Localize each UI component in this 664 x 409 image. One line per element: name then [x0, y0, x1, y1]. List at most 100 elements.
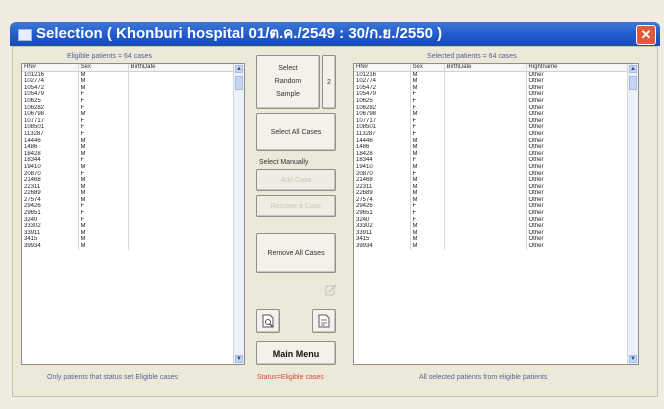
table-row[interactable]: 102774 M Other — [354, 78, 631, 85]
table-row[interactable]: 3240 F — [22, 216, 235, 224]
table-row[interactable]: 3415 M Other — [354, 236, 631, 244]
table-cell: F — [410, 216, 445, 224]
remove-a-case-button[interactable]: Remove a Case — [256, 195, 336, 217]
table-row[interactable]: 1486 M Other — [354, 144, 631, 151]
table-cell: M — [410, 177, 445, 184]
table-row[interactable]: 105479 F — [22, 91, 235, 98]
eligible-patients-grid[interactable]: HN# Sex BirthDate 101216 M 102774 M 105472 M 105… — [21, 63, 245, 365]
table-cell: M — [410, 229, 445, 237]
table-row[interactable]: 20870 F Other — [354, 170, 631, 178]
table-row[interactable]: 27574 M — [22, 196, 235, 204]
random-count-spinner[interactable]: 2 — [322, 55, 336, 109]
table-cell: 108501 — [354, 124, 411, 131]
table-row[interactable]: 33911 M — [22, 229, 235, 237]
selected-patients-grid[interactable]: HN# Sex BirthDate Rightname 101216 M Other 102… — [353, 63, 639, 365]
table-row[interactable]: 106798 M — [22, 111, 235, 118]
table-cell: Other — [526, 196, 631, 204]
table-cell: 14446 — [22, 137, 79, 145]
table-row[interactable]: 39934 M — [22, 243, 235, 250]
table-row[interactable]: 10625 F — [22, 97, 235, 105]
table-cell — [128, 216, 235, 224]
column-header[interactable]: Sex — [78, 64, 129, 72]
table-row[interactable]: 10625 F Other — [354, 97, 631, 105]
table-row[interactable]: 101216 M — [22, 71, 235, 79]
table-row[interactable]: 106282 F Other — [354, 104, 631, 112]
table-row[interactable]: 107717 F Other — [354, 117, 631, 125]
table-cell — [128, 104, 235, 112]
column-header[interactable]: BirthDate — [444, 64, 527, 72]
report-button[interactable] — [312, 309, 336, 333]
table-row[interactable]: 1486 M — [22, 144, 235, 151]
table-row[interactable]: 105472 M Other — [354, 84, 631, 92]
table-row[interactable]: 22311 M — [22, 183, 235, 191]
table-row[interactable]: 18344 F — [22, 157, 235, 164]
table-row[interactable]: 102774 M — [22, 78, 235, 85]
table-row[interactable]: 113287 F — [22, 130, 235, 138]
table-row[interactable]: 39934 M Other — [354, 243, 631, 250]
table-row[interactable]: 18428 M — [22, 150, 235, 158]
table-row[interactable]: 22311 M Other — [354, 183, 631, 191]
table-row[interactable]: 108501 F Other — [354, 124, 631, 131]
table-row[interactable]: 22689 M Other — [354, 190, 631, 197]
table-row[interactable]: 101216 M Other — [354, 71, 631, 79]
table-row[interactable]: 14446 M Other — [354, 137, 631, 145]
add-case-button[interactable]: Add Case — [256, 169, 336, 191]
table-cell: 108501 — [22, 124, 79, 131]
table-row[interactable]: 21468 M Other — [354, 177, 631, 184]
scroll-up-icon[interactable]: ▲ — [629, 65, 637, 73]
remove-all-cases-button[interactable]: Remove All Cases — [256, 233, 336, 273]
column-header[interactable]: HN# — [354, 64, 411, 72]
table-row[interactable]: 106282 F — [22, 104, 235, 112]
table-row[interactable]: 33302 M Other — [354, 223, 631, 230]
right-scrollbar[interactable]: ▲ ▼ — [627, 64, 638, 364]
table-row[interactable]: 107717 F — [22, 117, 235, 125]
select-all-cases-button[interactable]: Select All Cases — [256, 113, 336, 151]
table-cell: M — [78, 190, 129, 197]
table-row[interactable]: 105472 M — [22, 84, 235, 92]
close-button[interactable]: ✕ — [636, 25, 656, 45]
table-row[interactable]: 29651 F — [22, 210, 235, 217]
table-cell: M — [78, 137, 129, 145]
column-header[interactable]: Rightname — [526, 64, 631, 72]
main-menu-button[interactable]: Main Menu — [256, 341, 336, 365]
table-cell: 102774 — [22, 78, 79, 85]
table-cell — [128, 183, 235, 191]
table-row[interactable]: 29426 F — [22, 203, 235, 211]
table-row[interactable]: 27574 M Other — [354, 196, 631, 204]
table-row[interactable]: 3240 F Other — [354, 216, 631, 224]
left-scrollbar[interactable]: ▲ ▼ — [233, 64, 244, 364]
scroll-down-icon[interactable]: ▼ — [629, 355, 637, 363]
scroll-down-icon[interactable]: ▼ — [235, 355, 243, 363]
table-cell: 18344 — [22, 157, 79, 164]
scroll-thumb[interactable] — [235, 76, 243, 90]
table-cell: 21468 — [354, 177, 411, 184]
table-row[interactable]: 21468 M — [22, 177, 235, 184]
table-cell — [128, 124, 235, 131]
select-random-sample-button[interactable]: Select Random Sample — [256, 55, 320, 109]
table-cell: 18428 — [22, 150, 79, 158]
table-row[interactable]: 19410 M Other — [354, 163, 631, 171]
table-row[interactable]: 33302 M — [22, 223, 235, 230]
table-row[interactable]: 105479 F Other — [354, 91, 631, 98]
scroll-up-icon[interactable]: ▲ — [235, 65, 243, 73]
table-row[interactable]: 29426 F Other — [354, 203, 631, 211]
table-row[interactable]: 106798 M Other — [354, 111, 631, 118]
scroll-thumb[interactable] — [629, 76, 637, 90]
column-header[interactable]: BirthDate — [128, 64, 235, 72]
table-row[interactable]: 113287 F Other — [354, 130, 631, 138]
table-row[interactable]: 18428 M Other — [354, 150, 631, 158]
table-row[interactable]: 20870 F — [22, 170, 235, 178]
table-cell — [128, 170, 235, 178]
table-row[interactable]: 18344 F Other — [354, 157, 631, 164]
column-header[interactable]: HN# — [22, 64, 79, 72]
table-row[interactable]: 14446 M — [22, 137, 235, 145]
column-header[interactable]: Sex — [410, 64, 445, 72]
table-row[interactable]: 19410 M — [22, 163, 235, 171]
table-row[interactable]: 33911 M Other — [354, 229, 631, 237]
table-row[interactable]: 108501 F — [22, 124, 235, 131]
table-row[interactable]: 3415 M — [22, 236, 235, 244]
table-cell — [128, 177, 235, 184]
table-row[interactable]: 22689 M — [22, 190, 235, 197]
table-row[interactable]: 29651 F Other — [354, 210, 631, 217]
print-preview-button[interactable] — [256, 309, 280, 333]
